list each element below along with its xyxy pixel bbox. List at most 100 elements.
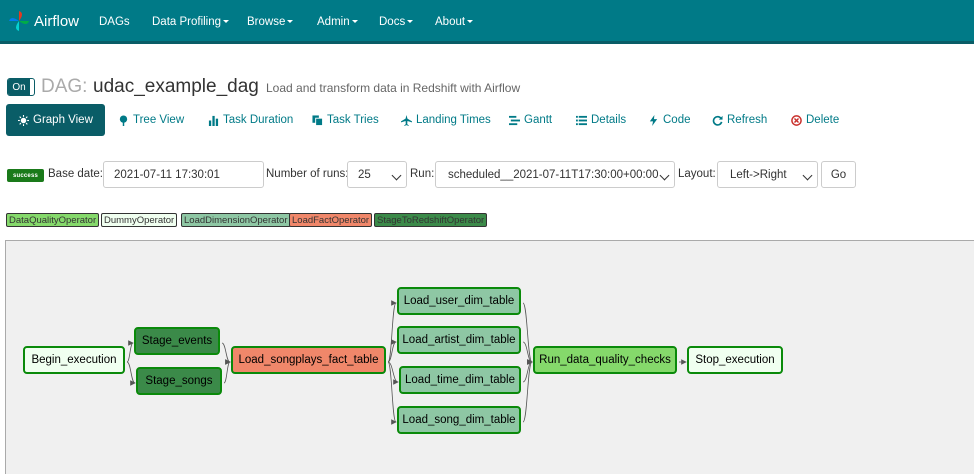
task-node[interactable]: Load_song_dim_table <box>397 406 521 434</box>
base-date-value: 2021-07-11 17:30:01 <box>114 168 220 181</box>
align-left-icon <box>509 115 520 125</box>
layout-label: Layout: <box>678 168 716 180</box>
tab-gantt-label: Gantt <box>524 114 553 126</box>
brand-link[interactable]: Airflow <box>8 10 79 32</box>
task-node[interactable]: Load_time_dim_table <box>399 366 521 394</box>
nav-admin[interactable]: Admin <box>317 16 358 28</box>
nav-docs[interactable]: Docs <box>379 16 414 28</box>
task-node-label: Load_user_dim_table <box>403 295 515 307</box>
caret-down-icon <box>467 20 474 24</box>
refresh-button[interactable]: Refresh <box>712 104 767 136</box>
task-node[interactable]: Stage_events <box>134 327 220 355</box>
task-node[interactable]: Load_user_dim_table <box>397 287 521 315</box>
layout-value: Left->Right <box>730 168 787 181</box>
go-label: Go <box>830 168 847 181</box>
graph-edges <box>126 300 687 425</box>
run-value: scheduled__2021-07-11T17:30:00+00:00 <box>448 168 659 181</box>
chevron-down-icon <box>659 170 670 181</box>
tab-task-duration[interactable]: Task Duration <box>208 104 293 136</box>
delete-button[interactable]: Delete <box>791 104 839 136</box>
dag-id: udac_example_dag <box>93 76 259 97</box>
legend-data-quality-operator: DataQualityOperator <box>6 213 100 227</box>
chevron-down-icon <box>802 170 813 181</box>
legend-load-fact-operator: LoadFactOperator <box>289 213 373 227</box>
nav-browse-label: Browse <box>247 16 286 28</box>
tab-landing-times-label: Landing Times <box>416 114 491 126</box>
dag-pause-toggle[interactable]: On <box>7 78 35 96</box>
delete-label: Delete <box>806 114 840 126</box>
task-node[interactable]: Begin_execution <box>23 346 125 374</box>
task-node-label: Stop_execution <box>695 354 775 366</box>
plane-icon <box>401 114 412 126</box>
nav-about-label: About <box>435 16 466 28</box>
flash-icon <box>649 114 658 126</box>
toggle-on-label: On <box>8 79 30 95</box>
task-node-label: Load_time_dim_table <box>405 374 515 386</box>
dependency-edge <box>223 359 231 384</box>
num-runs-value: 25 <box>358 168 371 181</box>
legend-stage-to-redshift-operator: StageToRedshiftOperator <box>374 213 488 227</box>
dag-label: DAG: <box>41 76 88 97</box>
run-label: Run: <box>410 168 435 180</box>
caret-down-icon <box>287 20 294 24</box>
tab-graph-view[interactable]: Graph View <box>6 104 105 136</box>
dag-description: Load and transform data in Redshift with… <box>266 81 521 95</box>
legend-dummy-operator: DummyOperator <box>101 213 178 227</box>
duplicate-icon <box>312 114 323 126</box>
task-node-label: Load_song_dim_table <box>402 414 516 426</box>
tab-details[interactable]: Details <box>576 104 626 136</box>
legend-label: LoadDimensionOperator <box>184 214 288 226</box>
sun-icon <box>18 114 29 126</box>
legend-label: LoadFactOperator <box>292 214 370 226</box>
nav-data-profiling[interactable]: Data Profiling <box>152 16 230 28</box>
tab-tree-view[interactable]: Tree View <box>118 104 184 136</box>
nav-about[interactable]: About <box>435 16 474 28</box>
tab-details-label: Details <box>591 114 627 126</box>
task-node[interactable]: Stop_execution <box>687 346 783 374</box>
go-button[interactable]: Go <box>821 161 856 188</box>
nav-dags[interactable]: DAGs <box>99 16 130 28</box>
task-node-label: Run_data_quality_checks <box>539 354 671 366</box>
base-date-label: Base date: <box>48 168 103 180</box>
task-node-label: Stage_songs <box>145 375 213 387</box>
remove-circle-icon <box>791 114 802 126</box>
bar-chart-icon <box>208 115 219 126</box>
tab-task-tries-label: Task Tries <box>327 114 379 126</box>
tab-task-duration-label: Task Duration <box>223 114 294 126</box>
tab-graph-view-label: Graph View <box>33 114 93 126</box>
dependency-edge <box>126 340 134 363</box>
legend-label: DummyOperator <box>104 214 175 226</box>
task-node-label: Begin_execution <box>31 354 117 366</box>
legend-label: StageToRedshiftOperator <box>377 214 485 226</box>
nav-browse[interactable]: Browse <box>247 16 294 28</box>
tab-gantt[interactable]: Gantt <box>509 104 552 136</box>
chevron-down-icon <box>391 170 402 181</box>
tab-tree-view-label: Tree View <box>133 114 185 126</box>
dag-state-badge: success <box>7 169 44 182</box>
list-icon <box>576 115 587 125</box>
dag-graph-canvas[interactable]: Begin_execution Stage_events Stage_songs Lo… <box>5 240 974 474</box>
dependency-edge <box>126 361 136 386</box>
num-runs-label: Number of runs: <box>266 168 349 180</box>
task-node[interactable]: Stage_songs <box>136 367 222 395</box>
tab-landing-times[interactable]: Landing Times <box>401 104 491 136</box>
run-select[interactable]: scheduled__2021-07-11T17:30:00+00:00 <box>435 161 675 188</box>
tab-task-tries[interactable]: Task Tries <box>312 104 379 136</box>
legend-load-dimension-operator: LoadDimensionOperator <box>181 213 291 227</box>
caret-down-icon <box>351 20 358 24</box>
task-node[interactable]: Load_songplays_fact_table <box>231 346 386 374</box>
task-node[interactable]: Run_data_quality_checks <box>533 346 677 374</box>
tab-code-label: Code <box>663 114 691 126</box>
airflow-pinwheel-icon <box>9 11 29 31</box>
num-runs-select[interactable]: 25 <box>347 161 407 188</box>
task-node[interactable]: Load_artist_dim_table <box>397 326 521 354</box>
brand-name: Airflow <box>34 12 80 30</box>
base-date-input[interactable]: 2021-07-11 17:30:01 <box>103 161 264 188</box>
layout-select[interactable]: Left->Right <box>717 161 818 188</box>
task-node-label: Stage_events <box>141 335 213 347</box>
nav-docs-label: Docs <box>379 16 406 28</box>
refresh-label: Refresh <box>727 114 768 126</box>
tab-code[interactable]: Code <box>648 104 691 136</box>
refresh-icon <box>712 115 723 126</box>
caret-down-icon <box>407 20 414 24</box>
